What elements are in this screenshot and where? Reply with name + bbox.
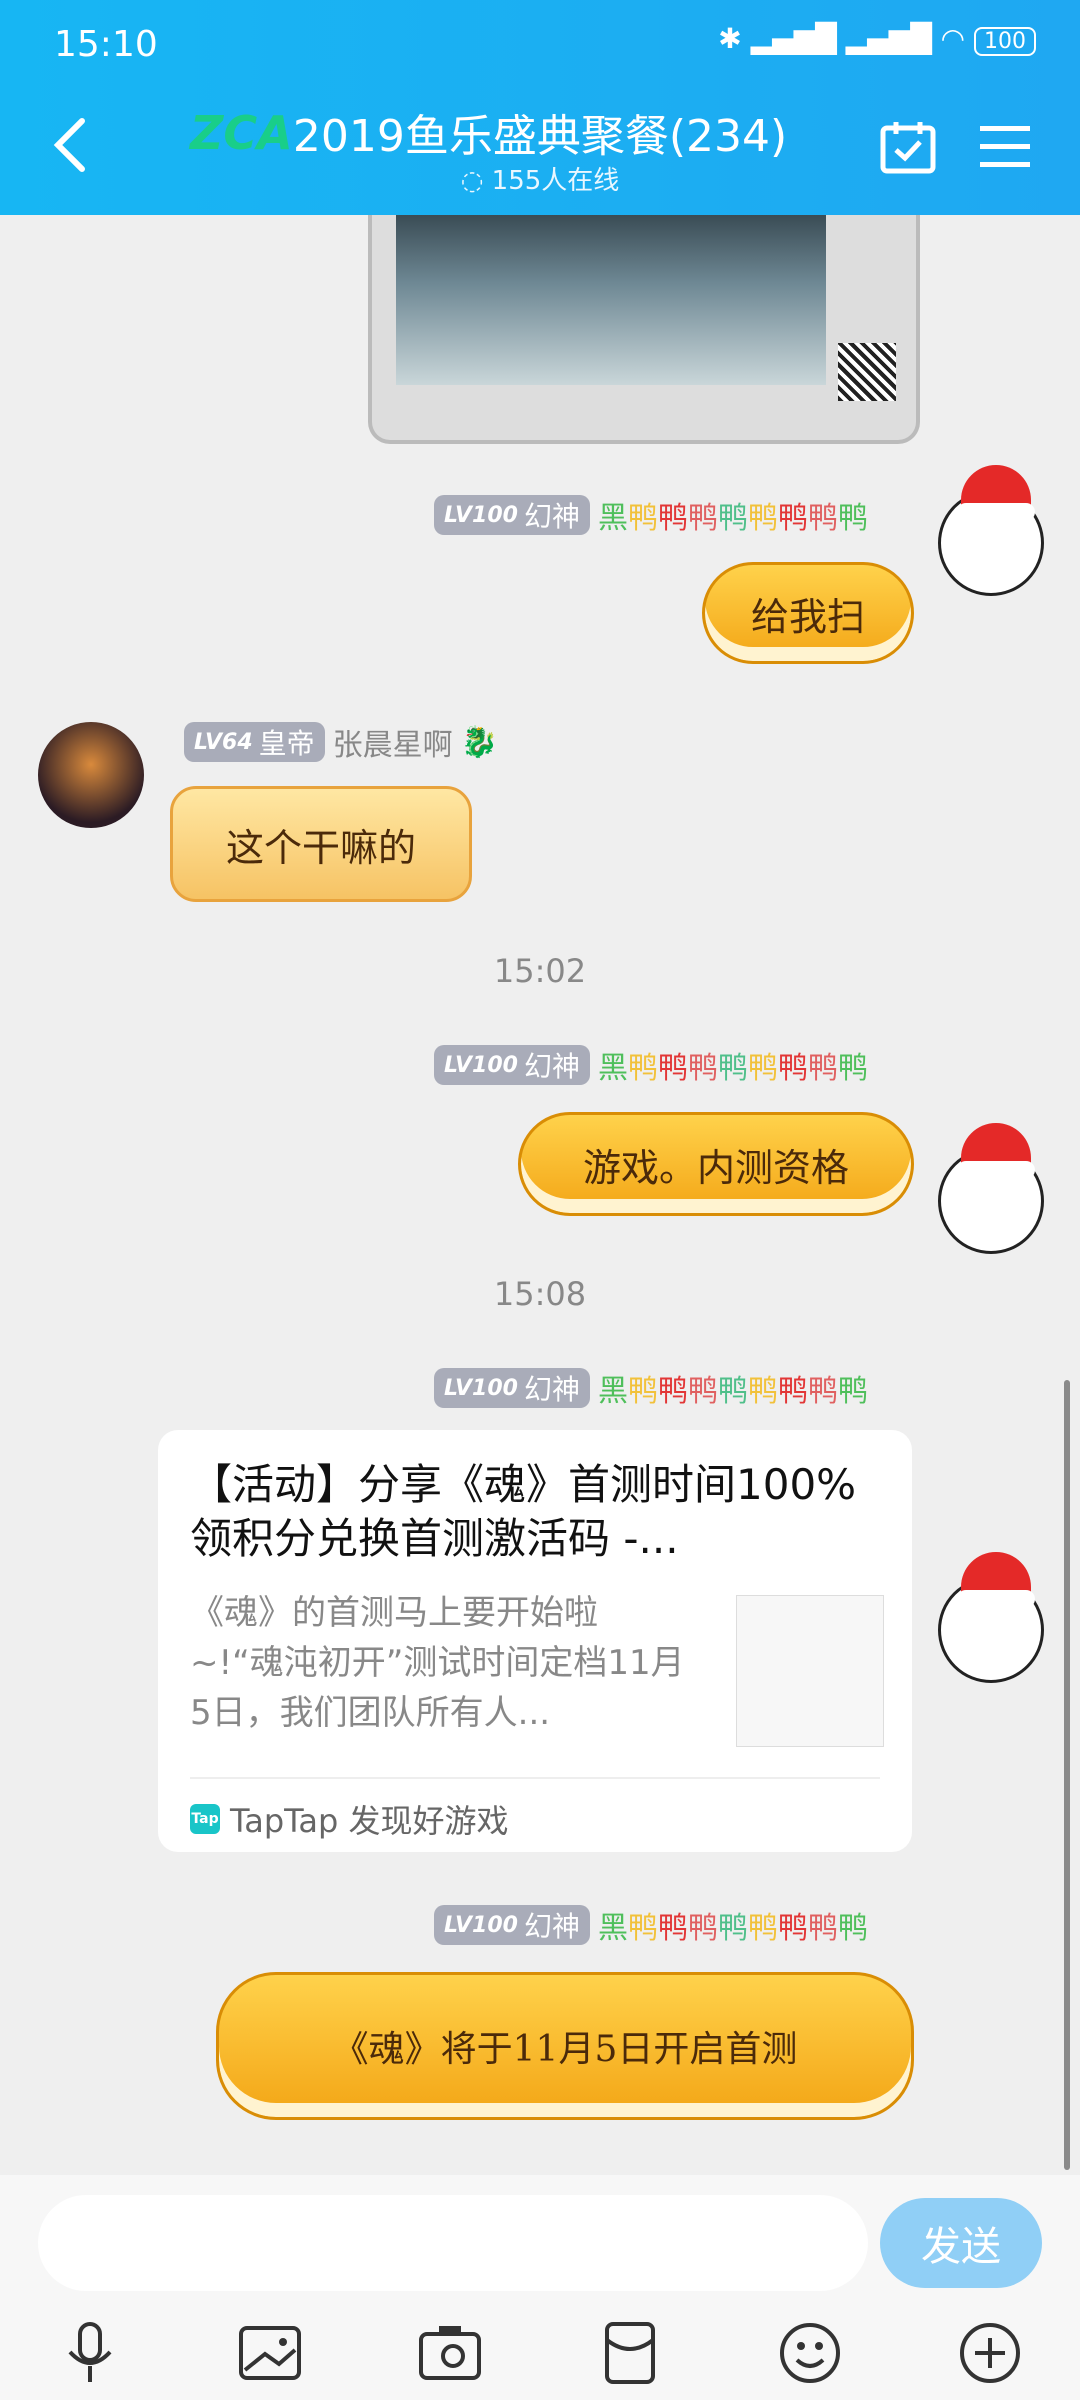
hat-icon <box>957 465 1035 521</box>
timestamp: 15:02 <box>493 952 587 990</box>
name-char: 鸭 <box>747 1051 778 1086</box>
sender-row-5: LV100 幻神 黑鸭鸭鸭鸭鸭鸭鸭鸭 <box>434 1903 868 1947</box>
sticker-message[interactable]: 《魂》将于11月5日开启首测 <box>216 1972 914 2120</box>
menu-icon[interactable] <box>980 124 1030 168</box>
sender-row-1: LV100 幻神 黑鸭鸭鸭鸭鸭鸭鸭鸭 <box>434 493 868 537</box>
name-char: 鸭 <box>807 501 838 536</box>
name-char: 鸭 <box>807 1911 838 1946</box>
level-badge: LV100 幻神 <box>434 1045 590 1085</box>
sticker-message[interactable]: 给我扫 <box>702 562 914 664</box>
link-card[interactable]: 【活动】分享《魂》首测时间100%领积分兑换首测激活码 -... 《魂》的首测马… <box>158 1430 912 1852</box>
microphone-icon[interactable] <box>55 2318 125 2388</box>
status-icons: ✱ ▂▄▆█ ▂▄▆█ ◠ 100 <box>718 22 1036 56</box>
card-thumbnail <box>736 1595 884 1747</box>
name-char: 鸭 <box>837 1911 868 1946</box>
scrollbar[interactable] <box>1064 1380 1070 2170</box>
name-char: 鸭 <box>837 1374 868 1409</box>
wifi-icon: ◠ <box>940 22 966 55</box>
card-description: 《魂》的首测马上要开始啦~!“魂沌初开”测试时间定档11月5日，我们团队所有人.… <box>190 1593 685 1733</box>
name-char: 鸭 <box>777 1051 808 1086</box>
name-char: 鸭 <box>807 1374 838 1409</box>
sticker-message[interactable]: 这个干嘛的 <box>170 786 472 902</box>
name-char: 鸭 <box>687 1911 718 1946</box>
taptap-icon: Tap <box>190 1804 220 1834</box>
sender-name[interactable]: 黑鸭鸭鸭鸭鸭鸭鸭鸭 <box>598 1903 868 1947</box>
sender-name[interactable]: 张晨星啊 <box>333 720 453 764</box>
image-scene <box>396 215 826 385</box>
name-char: 黑 <box>597 1374 628 1409</box>
name-char: 鸭 <box>807 1051 838 1086</box>
image-message[interactable] <box>368 215 920 444</box>
camera-icon[interactable] <box>415 2318 485 2388</box>
name-char: 鸭 <box>657 501 688 536</box>
divider <box>190 1777 880 1779</box>
name-char: 鸭 <box>687 501 718 536</box>
name-char: 鸭 <box>777 1374 808 1409</box>
name-char: 鸭 <box>657 1911 688 1946</box>
sticker-message[interactable]: 游戏。内测资格 <box>518 1112 914 1216</box>
name-char: 黑 <box>597 1051 628 1086</box>
battery-icon: 100 <box>974 27 1036 56</box>
name-char: 鸭 <box>777 1911 808 1946</box>
sender-row-2: LV64 皇帝 张晨星啊 🐉 <box>184 720 499 764</box>
name-char: 鸭 <box>717 1374 748 1409</box>
avatar[interactable] <box>938 1552 1044 1683</box>
status-time: 15:10 <box>54 24 158 65</box>
sender-row-4: LV100 幻神 黑鸭鸭鸭鸭鸭鸭鸭鸭 <box>434 1366 868 1410</box>
name-char: 鸭 <box>837 501 868 536</box>
name-char: 鸭 <box>687 1374 718 1409</box>
send-button[interactable]: 发送 <box>880 2198 1042 2288</box>
red-packet-icon[interactable] <box>595 2318 665 2388</box>
name-char: 鸭 <box>687 1051 718 1086</box>
name-char: 鸭 <box>837 1051 868 1086</box>
name-char: 鸭 <box>717 1051 748 1086</box>
emoji-icon[interactable] <box>775 2318 845 2388</box>
calendar-icon[interactable] <box>880 120 936 174</box>
hat-icon <box>957 1123 1035 1179</box>
avatar[interactable] <box>938 1123 1044 1254</box>
name-char: 鸭 <box>627 501 658 536</box>
name-char: 鸭 <box>717 501 748 536</box>
message-input[interactable] <box>38 2195 868 2291</box>
card-title: 【活动】分享《魂》首测时间100%领积分兑换首测激活码 -... <box>190 1460 857 1563</box>
name-char: 鸭 <box>657 1374 688 1409</box>
timestamp: 15:08 <box>493 1275 587 1313</box>
sender-row-3: LV100 幻神 黑鸭鸭鸭鸭鸭鸭鸭鸭 <box>434 1043 868 1087</box>
name-char: 鸭 <box>747 1911 778 1946</box>
name-char: 黑 <box>597 501 628 536</box>
level-badge: LV64 皇帝 <box>184 722 325 762</box>
name-char: 鸭 <box>627 1374 658 1409</box>
name-char: 鸭 <box>747 501 778 536</box>
avatar[interactable] <box>938 465 1044 596</box>
plus-icon[interactable] <box>955 2318 1025 2388</box>
signal-icon: ▂▄▆█ ▂▄▆█ <box>750 22 932 55</box>
name-char: 鸭 <box>627 1051 658 1086</box>
avatar[interactable] <box>38 722 144 828</box>
card-source: Tap TapTap 发现好游戏 <box>190 1802 509 1840</box>
name-char: 鸭 <box>627 1911 658 1946</box>
image-icon[interactable] <box>235 2318 305 2388</box>
bluetooth-icon: ✱ <box>718 22 742 55</box>
chat-header: 15:10 ✱ ▂▄▆█ ▂▄▆█ ◠ 100 ZCA 2019鱼乐盛典聚餐(2… <box>0 0 1080 215</box>
level-badge: LV100 幻神 <box>434 1368 590 1408</box>
hat-icon <box>957 1552 1035 1608</box>
qr-code <box>838 343 896 401</box>
name-char: 鸭 <box>657 1051 688 1086</box>
sender-name[interactable]: 黑鸭鸭鸭鸭鸭鸭鸭鸭 <box>598 493 868 537</box>
name-char: 黑 <box>597 1911 628 1946</box>
sender-name[interactable]: 黑鸭鸭鸭鸭鸭鸭鸭鸭 <box>598 1366 868 1410</box>
name-char: 鸭 <box>777 501 808 536</box>
name-char: 鸭 <box>747 1374 778 1409</box>
dragon-icon: 🐉 <box>460 724 499 760</box>
level-badge: LV100 幻神 <box>434 1905 590 1945</box>
name-char: 鸭 <box>717 1911 748 1946</box>
level-badge: LV100 幻神 <box>434 495 590 535</box>
sender-name[interactable]: 黑鸭鸭鸭鸭鸭鸭鸭鸭 <box>598 1043 868 1087</box>
